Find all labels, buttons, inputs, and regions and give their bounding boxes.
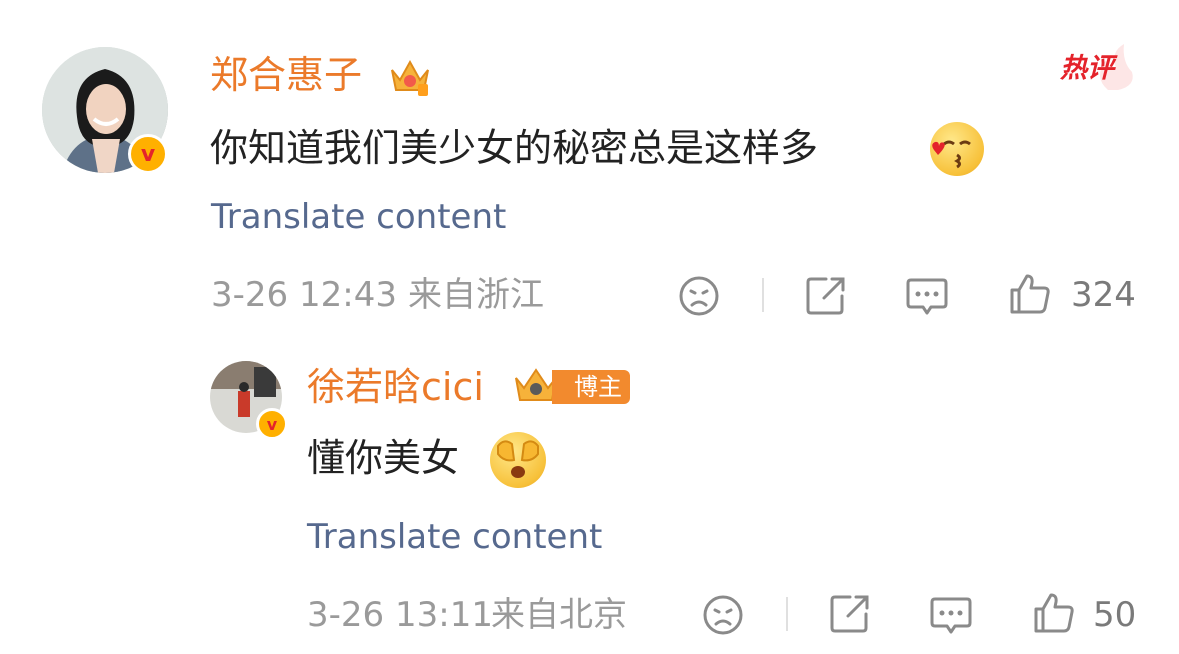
reply-text: 懂你美女 (307, 436, 460, 480)
share-icon[interactable] (804, 274, 848, 318)
like-icon[interactable] (1032, 591, 1076, 635)
translate-link[interactable]: Translate content (211, 196, 506, 238)
hot-comment-label: 热评 (1060, 53, 1114, 84)
translate-link[interactable]: Translate content (307, 516, 602, 558)
divider (786, 597, 788, 631)
blogger-tag-label: 博主 (574, 373, 622, 401)
share-icon[interactable] (828, 592, 872, 636)
reply-author-name[interactable]: 徐若晗cici (307, 364, 484, 410)
kiss-emoji-icon (930, 122, 984, 176)
like-icon[interactable] (1008, 272, 1052, 316)
crown-icon (391, 59, 429, 96)
verified-badge-icon: v (128, 134, 168, 174)
reply-date: 3-26 13:11 (307, 595, 493, 635)
like-count: 50 (1093, 595, 1137, 635)
comment-icon[interactable] (929, 595, 973, 637)
verified-badge-icon: v (256, 408, 288, 440)
comment-date: 3-26 12:43 (211, 275, 397, 315)
unhappy-icon[interactable] (678, 275, 720, 317)
divider (762, 278, 764, 312)
unhappy-icon[interactable] (702, 594, 744, 636)
comment-text: 你知道我们美少女的秘密总是这样多 (210, 126, 819, 170)
comment-icon[interactable] (905, 276, 949, 318)
like-count: 324 (1071, 275, 1136, 315)
comment-location: 来自浙江 (408, 275, 544, 315)
blogger-tag: 博主 (552, 370, 630, 404)
reply-comment: v 徐若晗cici 博主 懂你美女 Translate content 3-26… (0, 330, 1179, 654)
main-comment: v 郑合惠子 热评 你知道我们美少女的秘密总是这样多 Translate con… (0, 0, 1179, 330)
reply-location: 来自北京 (491, 595, 627, 635)
comment-author-name[interactable]: 郑合惠子 (210, 52, 362, 98)
cover-face-emoji-icon (490, 432, 546, 488)
hot-comment-badge: 热评 (1058, 42, 1138, 92)
